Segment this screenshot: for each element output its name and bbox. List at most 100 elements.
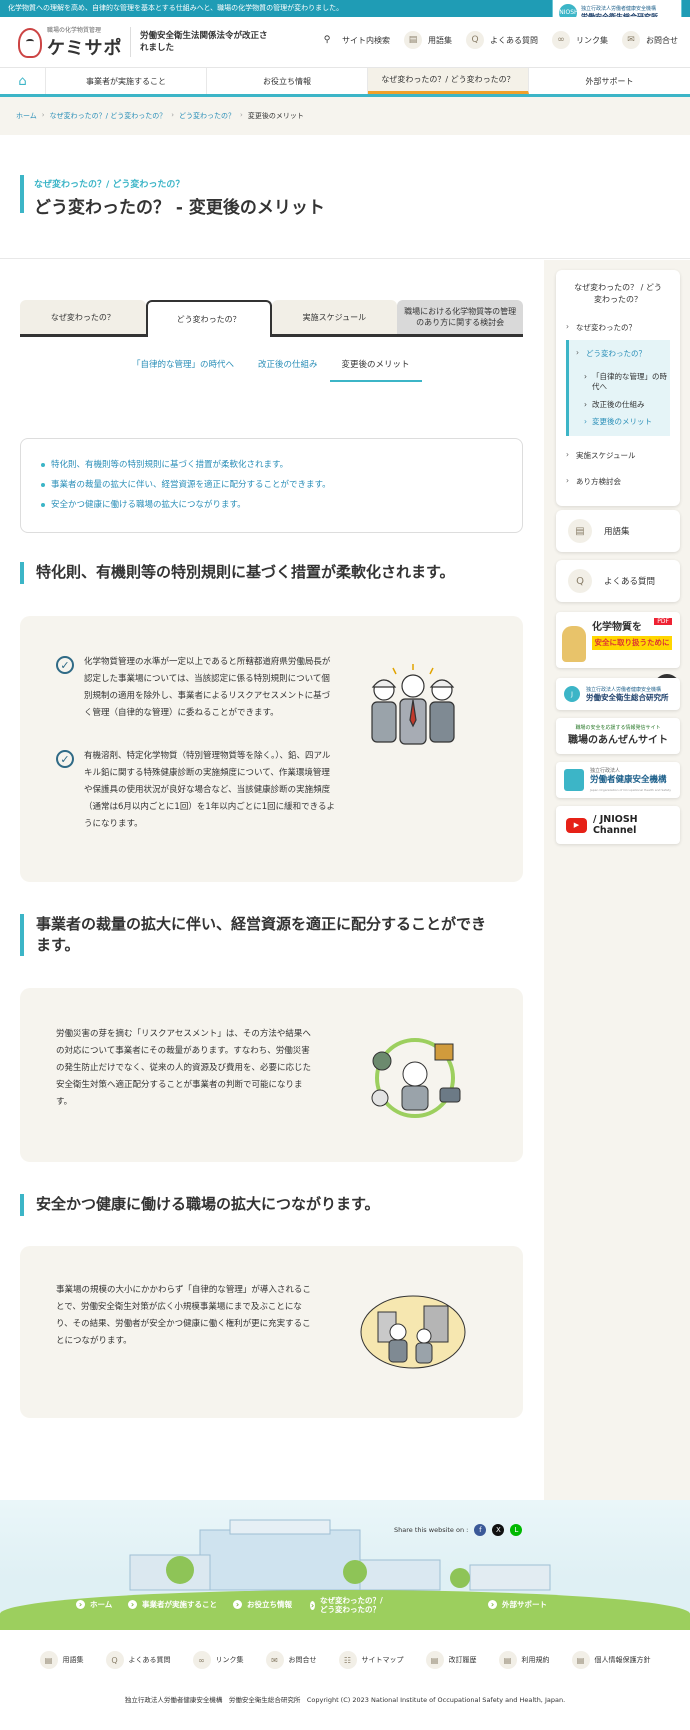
point-text: 有機溶剤、特定化学物質（特別管理物質等を除く。）、鉛、四アルキル鉛に関する特殊健… bbox=[84, 751, 335, 829]
contact-link[interactable]: ✉ お問合せ bbox=[622, 31, 678, 49]
faq-icon: Q bbox=[568, 569, 592, 593]
footer-link-history[interactable]: ▤ 改訂履歴 bbox=[425, 1651, 477, 1669]
footer-nav-home[interactable]: ホーム bbox=[76, 1600, 112, 1609]
banner-youtube-text: / JNIOSH Channel bbox=[592, 814, 638, 836]
sidebar-glossary-button[interactable]: ▤ 用語集 bbox=[556, 510, 680, 552]
x-icon[interactable]: X bbox=[492, 1524, 505, 1536]
sidebar-sub-new-system[interactable]: 改正後の仕組み bbox=[584, 400, 644, 410]
footer-link-label: 改訂履歴 bbox=[448, 1656, 477, 1664]
sidebar-nav-title: なぜ変わったの？ / どう変わったの？ bbox=[574, 283, 662, 304]
tab-how-changed[interactable]: どう変わったの？ bbox=[145, 300, 272, 337]
home-icon[interactable]: ⌂ bbox=[0, 68, 46, 94]
footer-link-label: サイトマップ bbox=[361, 1656, 404, 1664]
footer-link-glossary[interactable]: ▤ 用語集 bbox=[39, 1651, 84, 1669]
banner-jniosh-text: 独立行政法人労働者健康安全機構 労働安全衛生総合研究所 bbox=[586, 686, 669, 703]
logo-subtitle: 職場の化学物質管理 bbox=[47, 27, 102, 34]
section-body: 事業場の規模の大小にかかわらず「自律的な管理」が導入されることで、労働安全衛生対… bbox=[56, 1285, 311, 1346]
banner-johas[interactable]: 独立行政法人 労働者健康安全機構 Japan Organization of O… bbox=[556, 762, 680, 798]
check-point-1: ✓ 化学物質管理の水準が一定以上であると所轄都道府県労働局長が認定した事業場につ… bbox=[56, 654, 336, 722]
sidebar-sub-autonomous[interactable]: 「自律的な管理」の時代へ bbox=[584, 372, 670, 392]
workers-illustration bbox=[358, 660, 468, 750]
youtube-icon: ▶ bbox=[566, 817, 587, 833]
tab-schedule[interactable]: 実施スケジュール bbox=[271, 300, 398, 334]
global-nav: ⌂ 事業者が実施すること お役立ち情報 なぜ変わったの？/ どう変わったの？ 外… bbox=[0, 67, 690, 97]
subtab-bar: 「自律的な管理」の時代へ 改正後の仕組み 変更後のメリット bbox=[120, 350, 422, 382]
sidebar-faq-button[interactable]: Q よくある質問 bbox=[556, 560, 680, 602]
footer-links: ▤ 用語集 Q よくある質問 ∞ リンク集 ✉ お問合せ ☷ サイトマップ ▤ 改訂履歴 ▤… bbox=[0, 1630, 690, 1690]
heading-accent-bar bbox=[20, 1194, 24, 1216]
footer-link-sitemap[interactable]: ☷ サイトマップ bbox=[338, 1651, 404, 1669]
faq-link[interactable]: Q よくある質問 bbox=[466, 31, 538, 49]
org-small: 独立行政法人労働者健康安全機構 bbox=[581, 5, 657, 12]
gnav-item-employer[interactable]: 事業者が実施すること bbox=[46, 68, 207, 94]
subtab-autonomous-management[interactable]: 「自律的な管理」の時代へ bbox=[120, 350, 246, 382]
banner-anzen-site[interactable]: 職場の安全を応援する情報発信サイト 職場のあんぜんサイト bbox=[556, 718, 680, 754]
check-icon: ✓ bbox=[56, 750, 74, 768]
breadcrumb-why-changed[interactable]: なぜ変わったの？/ どう変わったの？ bbox=[50, 111, 167, 121]
title-accent-bar bbox=[20, 175, 24, 213]
link-icon: ∞ bbox=[192, 1651, 211, 1669]
footer-link-privacy[interactable]: ▤ 個人情報保護方針 bbox=[571, 1651, 651, 1669]
sidebar-item-how-changed[interactable]: どう変わったの？ bbox=[566, 348, 646, 359]
tab-review-committee[interactable]: 職場における化学物質等の管理のあり方に関する検討会 bbox=[397, 300, 523, 334]
banner-jniosh[interactable]: J 独立行政法人労働者健康安全機構 労働安全衛生総合研究所 bbox=[556, 678, 680, 710]
footer-link-terms[interactable]: ▤ 利用規約 bbox=[498, 1651, 550, 1669]
footer-nav-employer[interactable]: 事業者が実施すること bbox=[128, 1600, 217, 1609]
site-search-button[interactable]: ⚲ サイト内検索 bbox=[318, 31, 390, 49]
page-kicker: なぜ変わったの？/ どう変わったの？ bbox=[34, 180, 185, 190]
faq-icon: Q bbox=[466, 31, 484, 49]
gnav-item-why-changed[interactable]: なぜ変わったの？/ どう変わったの？ bbox=[368, 68, 529, 94]
subtab-merits[interactable]: 変更後のメリット bbox=[329, 350, 422, 382]
banner-chemical-safety[interactable]: 化学物質を PDF 安全に取り扱うために bbox=[556, 612, 680, 668]
heading-accent-bar bbox=[20, 914, 24, 956]
gnav-item-useful-info[interactable]: お役立ち情報 bbox=[207, 68, 368, 94]
footer-link-label: リンク集 bbox=[215, 1656, 244, 1664]
share-label: Share this website on : bbox=[394, 1526, 469, 1534]
facebook-icon[interactable]: f bbox=[474, 1524, 487, 1536]
mail-icon: ✉ bbox=[622, 31, 640, 49]
footer-nav-useful-info[interactable]: お役立ち情報 bbox=[233, 1600, 292, 1609]
footer-nav-external-support[interactable]: 外部サポート bbox=[488, 1600, 547, 1609]
toc-item-2[interactable]: 事業者の裁量の拡大に伴い、経営資源を適正に配分することができます。 bbox=[41, 475, 502, 495]
banner-anzen-title: 職場のあんぜんサイト bbox=[568, 735, 668, 746]
footer-link-label: 個人情報保護方針 bbox=[594, 1656, 651, 1664]
glossary-link[interactable]: ▤ 用語集 bbox=[404, 31, 452, 49]
footer-link-label: 利用規約 bbox=[521, 1656, 550, 1664]
banner-chem-title: 化学物質を bbox=[592, 622, 642, 633]
section-heading-2: 事業者の裁量の拡大に伴い、経営資源を適正に配分することができます。 bbox=[20, 914, 500, 956]
sidebar-item-why-changed[interactable]: なぜ変わったの？ bbox=[556, 322, 636, 333]
check-icon: ✓ bbox=[56, 656, 74, 674]
tab-why-changed[interactable]: なぜ変わったの？ bbox=[20, 300, 146, 334]
section-title: 事業者の裁量の拡大に伴い、経営資源を適正に配分することができます。 bbox=[35, 915, 486, 954]
footer-link-links[interactable]: ∞ リンク集 bbox=[192, 1651, 244, 1669]
logo-text: 職場の化学物質管理 ケミサポ bbox=[47, 25, 122, 60]
johas-logo-icon bbox=[564, 769, 584, 791]
table-of-contents: 特化則、有機則等の特別規則に基づく措置が柔軟化されます。 事業者の裁量の拡大に伴… bbox=[20, 438, 523, 533]
banner-youtube[interactable]: ▶ / JNIOSH Channel bbox=[556, 806, 680, 844]
breadcrumb-how-changed[interactable]: どう変わったの？ bbox=[179, 111, 235, 121]
breadcrumb-separator: › bbox=[41, 111, 45, 119]
copyright: 独立行政法人労働者健康安全機構 労働安全衛生総合研究所 Copyright (C… bbox=[124, 1696, 566, 1704]
header-tools: ⚲ サイト内検索 ▤ 用語集 Q よくある質問 ∞ リンク集 ✉ お問合せ bbox=[318, 31, 678, 49]
site-logo[interactable]: 職場の化学物質管理 ケミサポ bbox=[18, 25, 122, 60]
subtab-new-system[interactable]: 改正後の仕組み bbox=[246, 350, 330, 382]
toc-item-1[interactable]: 特化則、有機則等の特別規則に基づく措置が柔軟化されます。 bbox=[41, 455, 502, 475]
share-bar: Share this website on : f X L bbox=[394, 1524, 523, 1536]
sidebar-item-schedule[interactable]: 実施スケジュール bbox=[556, 450, 635, 461]
header-news-link[interactable]: 労働安全衛生法関係法令が改正されました bbox=[140, 30, 275, 54]
footer-link-contact[interactable]: ✉ お問合せ bbox=[265, 1651, 317, 1669]
footer-link-faq[interactable]: Q よくある質問 bbox=[105, 1651, 171, 1669]
breadcrumb-separator: › bbox=[240, 111, 243, 119]
jniosh-logo-icon: J bbox=[564, 686, 580, 702]
gnav-item-external-support[interactable]: 外部サポート bbox=[529, 68, 690, 94]
resource-allocation-illustration bbox=[360, 1026, 470, 1126]
breadcrumb-area: ホーム › なぜ変わったの？/ どう変わったの？ › どう変わったの？ › 変更… bbox=[0, 97, 690, 135]
sidebar-item-review-committee[interactable]: あり方検討会 bbox=[556, 476, 621, 487]
mascot-icon bbox=[18, 27, 42, 58]
breadcrumb-home[interactable]: ホーム bbox=[16, 111, 37, 121]
line-icon[interactable]: L bbox=[510, 1524, 523, 1536]
links-link[interactable]: ∞ リンク集 bbox=[552, 31, 608, 49]
sidebar-sub-merits[interactable]: 変更後のメリット bbox=[584, 417, 652, 427]
footer-nav-why-changed[interactable]: なぜ変わったの？/ どう変わったの？ bbox=[310, 1596, 390, 1614]
toc-item-3[interactable]: 安全かつ健康に働ける職場の拡大につながります。 bbox=[41, 495, 502, 515]
